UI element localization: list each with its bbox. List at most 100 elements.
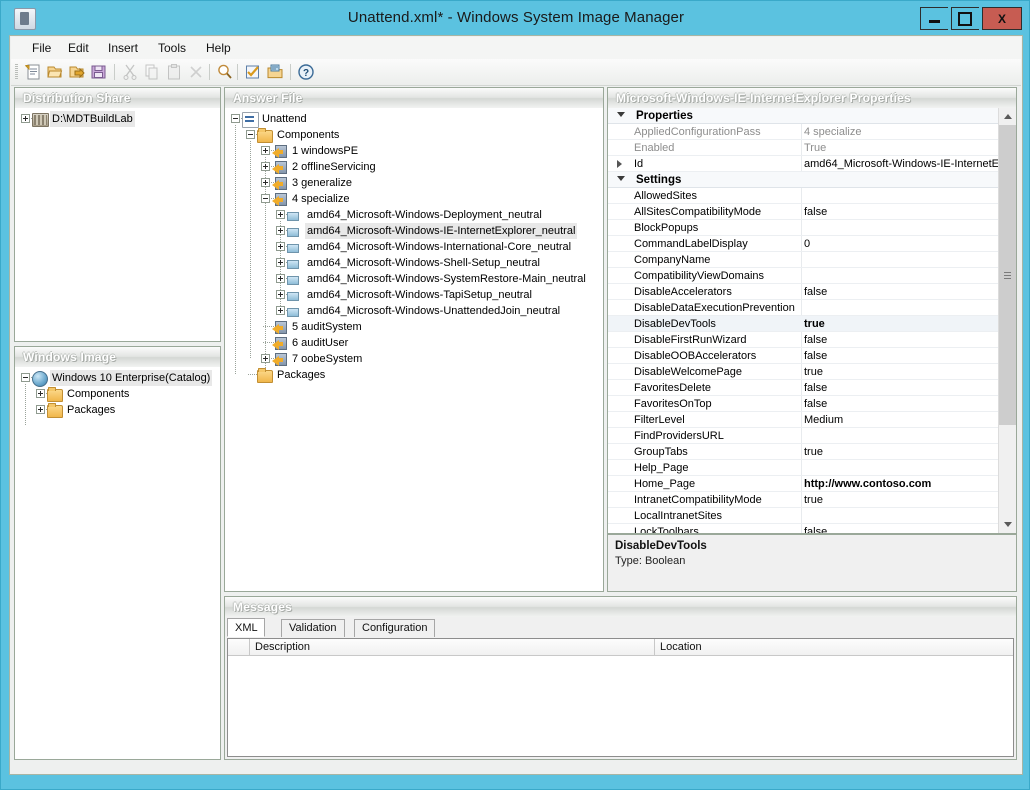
expander-plus-icon[interactable] (276, 242, 285, 251)
expander-plus-icon[interactable] (276, 306, 285, 315)
scroll-up-button[interactable] (999, 108, 1016, 125)
property-value[interactable]: false (804, 380, 1014, 396)
property-row[interactable]: CompatibilityViewDomains (608, 268, 1016, 284)
property-row[interactable]: DisableDevToolstrue (608, 316, 1016, 332)
property-row[interactable]: CommandLabelDisplay0 (608, 236, 1016, 252)
property-row[interactable]: AllowedSites (608, 188, 1016, 204)
property-value[interactable]: True (804, 140, 1014, 156)
expander-plus-icon[interactable] (36, 405, 45, 414)
property-row[interactable]: Help_Page (608, 460, 1016, 476)
tab-validation[interactable]: Validation (0) (281, 619, 345, 637)
messages-col-description[interactable]: Description (250, 639, 655, 655)
property-row[interactable]: DisableOOBAcceleratorsfalse (608, 348, 1016, 364)
property-value[interactable]: true (804, 444, 1014, 460)
expander-plus-icon[interactable] (261, 178, 270, 187)
property-grid[interactable]: PropertiesAppliedConfigurationPass4 spec… (608, 108, 1016, 533)
find-icon[interactable] (216, 63, 234, 81)
tab-xml[interactable]: XML (0) (227, 618, 265, 637)
close-button[interactable]: X (982, 7, 1022, 30)
property-row[interactable]: AppliedConfigurationPass4 specialize (608, 124, 1016, 140)
expander-minus-icon[interactable] (246, 130, 255, 139)
property-row[interactable]: BlockPopups (608, 220, 1016, 236)
new-answer-file-icon[interactable] (24, 63, 42, 81)
messages-col-location[interactable]: Location (655, 639, 1013, 655)
property-row[interactable]: GroupTabstrue (608, 444, 1016, 460)
property-row[interactable]: FilterLevelMedium (608, 412, 1016, 428)
property-category-row[interactable]: Properties (608, 108, 1016, 124)
validate-icon[interactable] (244, 63, 262, 81)
help-icon[interactable]: ? (297, 63, 315, 81)
property-value[interactable]: false (804, 332, 1014, 348)
toolbar-grip[interactable] (15, 64, 18, 80)
property-row[interactable]: DisableDataExecutionPrevention (608, 300, 1016, 316)
property-row[interactable]: LockToolbarsfalse (608, 524, 1016, 533)
property-row[interactable]: LocalIntranetSites (608, 508, 1016, 524)
scrollbar-thumb[interactable] (999, 125, 1016, 425)
minimize-button[interactable] (920, 7, 948, 30)
property-value[interactable]: true (804, 316, 1014, 332)
expander-plus-icon[interactable] (21, 114, 30, 123)
property-value[interactable]: Medium (804, 412, 1014, 428)
property-value[interactable]: true (804, 364, 1014, 380)
property-value[interactable]: false (804, 524, 1014, 533)
tree-item-label: D:\MDTBuildLab (50, 111, 135, 127)
property-value[interactable]: false (804, 396, 1014, 412)
menu-insert[interactable]: Insert (101, 40, 145, 56)
expander-plus-icon[interactable] (261, 146, 270, 155)
open-answer-file-icon[interactable] (46, 63, 64, 81)
property-value[interactable]: http://www.contoso.com (804, 476, 1014, 492)
property-row[interactable]: DisableFirstRunWizardfalse (608, 332, 1016, 348)
messages-col-icon[interactable] (228, 639, 250, 655)
create-config-set-icon[interactable] (266, 63, 284, 81)
property-row[interactable]: Idamd64_Microsoft-Windows-IE-InternetEx (608, 156, 1016, 172)
property-value[interactable]: false (804, 284, 1014, 300)
save-icon[interactable] (90, 63, 108, 81)
expander-plus-icon[interactable] (276, 226, 285, 235)
configuration-pass-icon (272, 145, 287, 158)
property-value[interactable]: 0 (804, 236, 1014, 252)
property-category-row[interactable]: Settings (608, 172, 1016, 188)
property-row[interactable]: AllSitesCompatibilityModefalse (608, 204, 1016, 220)
expander-plus-icon[interactable] (261, 162, 270, 171)
property-row[interactable]: DisableAcceleratorsfalse (608, 284, 1016, 300)
component-icon (287, 273, 301, 286)
copy-icon (143, 63, 161, 81)
property-row[interactable]: IntranetCompatibilityModetrue (608, 492, 1016, 508)
property-value[interactable]: false (804, 348, 1014, 364)
expander-minus-icon[interactable] (21, 373, 30, 382)
property-row[interactable]: CompanyName (608, 252, 1016, 268)
property-row[interactable]: DisableWelcomePagetrue (608, 364, 1016, 380)
scroll-down-button[interactable] (999, 516, 1016, 533)
triangle-collapsed-icon[interactable] (617, 160, 622, 168)
menu-help[interactable]: Help (199, 40, 238, 56)
menu-file[interactable]: File (25, 40, 58, 56)
property-value[interactable]: 4 specialize (804, 124, 1014, 140)
tab-configuration-set[interactable]: Configuration Set (0) (354, 619, 435, 637)
property-row[interactable]: Home_Pagehttp://www.contoso.com (608, 476, 1016, 492)
property-row[interactable]: FavoritesOnTopfalse (608, 396, 1016, 412)
property-value[interactable]: false (804, 204, 1014, 220)
save-as-icon[interactable] (68, 63, 86, 81)
expander-plus-icon[interactable] (276, 258, 285, 267)
menu-edit[interactable]: Edit (61, 40, 96, 56)
component-icon (287, 289, 301, 302)
menu-tools[interactable]: Tools (151, 40, 193, 56)
property-row[interactable]: FavoritesDeletefalse (608, 380, 1016, 396)
image-icon (32, 371, 48, 387)
expander-plus-icon[interactable] (261, 354, 270, 363)
property-row[interactable]: FindProvidersURL (608, 428, 1016, 444)
expander-plus-icon[interactable] (276, 274, 285, 283)
maximize-button[interactable] (951, 7, 979, 30)
property-value[interactable]: true (804, 492, 1014, 508)
property-value[interactable]: amd64_Microsoft-Windows-IE-InternetEx (804, 156, 1014, 172)
expander-minus-icon[interactable] (261, 194, 270, 203)
triangle-expanded-icon[interactable] (617, 112, 625, 117)
triangle-expanded-icon[interactable] (617, 176, 625, 181)
expander-plus-icon[interactable] (276, 210, 285, 219)
properties-scrollbar[interactable] (998, 108, 1016, 533)
messages-grid[interactable]: Description Location (227, 638, 1014, 757)
expander-minus-icon[interactable] (231, 114, 240, 123)
property-row[interactable]: EnabledTrue (608, 140, 1016, 156)
expander-plus-icon[interactable] (36, 389, 45, 398)
expander-plus-icon[interactable] (276, 290, 285, 299)
